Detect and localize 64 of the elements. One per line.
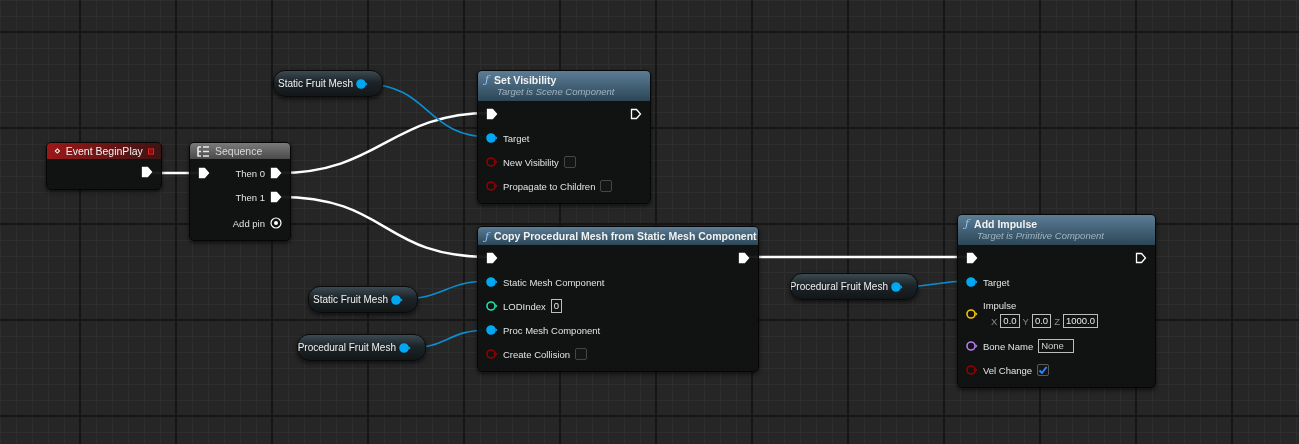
checkbox[interactable]: [1037, 364, 1050, 376]
pin-label: Target: [503, 132, 530, 144]
pin-label: Bone Name: [983, 340, 1034, 352]
function-glyph: ƒ: [485, 229, 490, 243]
exec-pin[interactable]: [738, 252, 750, 264]
pin-label: Propagate to Children: [503, 180, 596, 192]
variable-label: Procedural Fruit Mesh: [298, 342, 396, 353]
exec-pin[interactable]: [1135, 252, 1147, 264]
exec-pin[interactable]: [630, 108, 642, 120]
sequence-icon: [197, 145, 210, 157]
checkbox[interactable]: [600, 180, 613, 192]
data-pin[interactable]: [486, 325, 498, 335]
data-pin[interactable]: [486, 301, 498, 311]
function-glyph: ƒ: [965, 217, 970, 230]
data-pin[interactable]: [891, 281, 903, 292]
value-field[interactable]: 0.0: [1000, 314, 1020, 328]
node-subtitle: Target is Scene Component: [496, 86, 616, 97]
function-glyph: ƒ: [485, 73, 490, 86]
pin-label: Vel Change: [983, 364, 1033, 376]
exec-pin[interactable]: [270, 167, 282, 179]
variable-label: Static Fruit Mesh: [312, 294, 388, 305]
pin-label: Impulse: [983, 300, 1018, 311]
data-pin[interactable]: [399, 342, 411, 353]
node-subtitle: Target is Primitive Component: [976, 230, 1105, 241]
data-pin[interactable]: [966, 341, 978, 351]
data-pin[interactable]: [486, 133, 498, 143]
node-title: Add Impulse: [974, 217, 1038, 230]
value-field[interactable]: None: [1038, 339, 1075, 353]
pin-label: Static Mesh Component: [503, 276, 605, 288]
node-title: Set Visibility: [494, 73, 557, 86]
value-field[interactable]: 0.0: [1031, 314, 1052, 328]
axis-label: Z: [1054, 315, 1060, 327]
node-title: Event BeginPlay: [65, 145, 143, 157]
data-pin[interactable]: [356, 78, 368, 89]
data-pin[interactable]: [391, 294, 403, 305]
data-pin[interactable]: [486, 277, 498, 287]
checkbox[interactable]: [575, 348, 588, 360]
axis-label: Y: [1022, 315, 1029, 327]
pin-label: Target: [983, 276, 1010, 288]
pin-label: Add pin: [232, 217, 265, 229]
exec-pin[interactable]: [486, 108, 498, 120]
pin-label: Then 0: [235, 167, 265, 179]
pin-label: New Visibility: [503, 156, 559, 168]
exec-pin[interactable]: [141, 166, 153, 178]
exec-pin[interactable]: [966, 252, 978, 264]
pin-label: LODIndex: [503, 300, 546, 312]
checkbox[interactable]: [563, 156, 576, 168]
add-pin-icon[interactable]: [270, 217, 282, 229]
node-title: Copy Procedural Mesh from Static Mesh Component: [494, 230, 757, 242]
diamond-icon: [54, 145, 61, 157]
exec-pin[interactable]: [198, 167, 210, 179]
axis-label: X: [991, 315, 998, 327]
data-pin[interactable]: [966, 277, 978, 287]
pin-label: Proc Mesh Component: [503, 324, 601, 336]
pin-label: Then 1: [235, 191, 265, 203]
exec-pin[interactable]: [270, 191, 282, 203]
data-pin[interactable]: [966, 309, 978, 319]
exec-pin[interactable]: [486, 252, 498, 264]
value-field[interactable]: 0: [550, 299, 563, 313]
value-field[interactable]: 1000.0: [1062, 314, 1098, 328]
variable-label: Static Fruit Mesh: [277, 78, 353, 89]
node-title: Sequence: [215, 145, 263, 157]
pin-label: Create Collision: [503, 348, 571, 360]
variable-label: Procedural Fruit Mesh: [791, 281, 888, 292]
